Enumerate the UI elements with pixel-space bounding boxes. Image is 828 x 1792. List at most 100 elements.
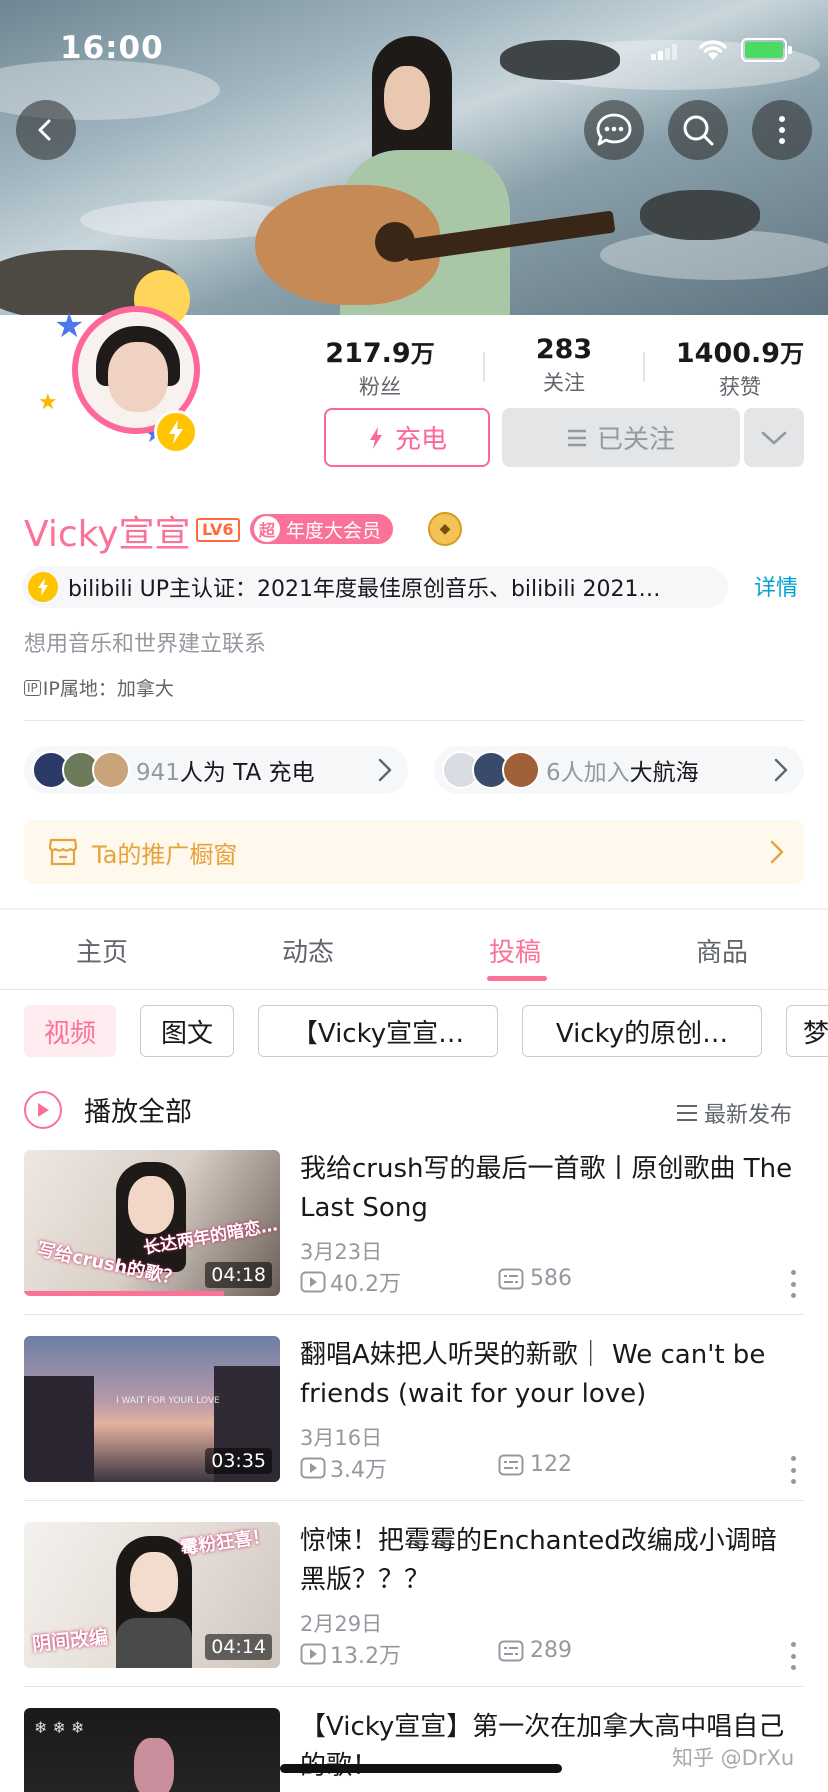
video-thumbnail[interactable]: 霉粉狂喜！ 阴间改编 04:14 bbox=[24, 1522, 280, 1668]
play-count: 40.2万 bbox=[330, 1272, 401, 1297]
stat-label: 获赞 bbox=[719, 375, 761, 399]
search-button[interactable] bbox=[668, 100, 728, 160]
video-duration: 04:14 bbox=[205, 1634, 272, 1660]
cellular-signal-icon bbox=[651, 44, 677, 60]
thumbnail-caption: 霉粉狂喜！ bbox=[179, 1525, 272, 1560]
sort-lines-icon bbox=[677, 1105, 697, 1121]
chip-video[interactable]: 视频 bbox=[24, 1005, 116, 1057]
video-danmaku: 586 bbox=[498, 1266, 572, 1291]
stat-following[interactable]: 283 关注 bbox=[504, 334, 624, 397]
stat-unit: 万 bbox=[410, 340, 435, 368]
home-indicator bbox=[280, 1764, 562, 1773]
video-title[interactable]: 翻唱A妹把人听哭的新歌｜ We can't be friends (wait f… bbox=[300, 1336, 800, 1414]
video-more-button[interactable] bbox=[790, 1270, 796, 1298]
play-count: 13.2万 bbox=[330, 1644, 401, 1669]
member-avatar bbox=[502, 751, 540, 789]
danmaku-icon bbox=[498, 1640, 524, 1661]
video-title[interactable]: 惊悚！把霉霉的Enchanted改编成小调暗黑版？？？ bbox=[300, 1522, 800, 1600]
thumbnail-caption: I WAIT FOR YOUR LOVE bbox=[116, 1396, 220, 1406]
crew-members-pill[interactable]: 6人加入大航海 bbox=[434, 746, 804, 794]
video-date: 3月16日 bbox=[300, 1426, 383, 1450]
vip-badge[interactable]: 超 年度大会员 bbox=[250, 514, 394, 544]
message-button[interactable] bbox=[584, 100, 644, 160]
lightning-badge-icon bbox=[154, 410, 198, 454]
video-plays: 13.2万 bbox=[300, 1638, 401, 1670]
ip-icon: IP bbox=[24, 679, 41, 696]
video-more-button[interactable] bbox=[790, 1642, 796, 1670]
signature: 想用音乐和世界建立联系 bbox=[24, 632, 267, 657]
video-thumbnail[interactable]: I WAIT FOR YOUR LOVE 03:35 bbox=[24, 1336, 280, 1482]
certification-bar[interactable]: bilibili UP主认证：2021年度最佳原创音乐、bilibili 202… bbox=[22, 566, 728, 608]
wifi-icon bbox=[699, 40, 727, 60]
thumbnail-caption: 阴间改编 bbox=[31, 1626, 110, 1656]
stat-label: 粉丝 bbox=[359, 375, 401, 399]
stat-value: 1400.9 bbox=[675, 338, 781, 369]
back-button[interactable] bbox=[16, 100, 76, 160]
certification-detail-link[interactable]: 详情 bbox=[754, 570, 798, 602]
lightning-icon bbox=[28, 572, 58, 602]
medal-icon[interactable]: ◆ bbox=[428, 512, 462, 546]
supporter-avatar bbox=[92, 751, 130, 789]
active-tab-indicator bbox=[487, 976, 547, 981]
shop-window-banner[interactable]: Ta的推广橱窗 bbox=[24, 820, 804, 884]
crew-members-text: 6人加入大航海 bbox=[546, 753, 699, 787]
chip-collection-1[interactable]: 【Vicky宣宣… bbox=[258, 1005, 498, 1057]
stat-likes[interactable]: 1400.9万 获赞 bbox=[670, 334, 810, 401]
storefront-icon bbox=[48, 838, 78, 866]
level-badge[interactable]: LV6 bbox=[196, 518, 240, 542]
more-button[interactable] bbox=[752, 100, 812, 160]
tab-uploads[interactable]: 投稿 bbox=[489, 932, 541, 969]
chip-article[interactable]: 图文 bbox=[140, 1005, 234, 1057]
tab-goods[interactable]: 商品 bbox=[696, 932, 748, 969]
video-thumbnail[interactable]: 长达两年的暗恋… 写给crush的歌？ 04:18 bbox=[24, 1150, 280, 1296]
video-duration: 03:35 bbox=[205, 1448, 272, 1474]
charge-button[interactable]: 充电 bbox=[324, 408, 490, 467]
video-danmaku: 289 bbox=[498, 1638, 572, 1663]
charge-supporters-pill[interactable]: 941人为 TA 充电 bbox=[24, 746, 408, 794]
avatar[interactable]: ★ ★ ★ bbox=[34, 270, 214, 460]
video-item[interactable]: I WAIT FOR YOUR LOVE 03:35 翻唱A妹把人听哭的新歌｜ … bbox=[24, 1336, 804, 1486]
chip-collection-2[interactable]: Vicky的原创… bbox=[522, 1005, 762, 1057]
follow-more-button[interactable] bbox=[744, 408, 804, 467]
video-more-button[interactable] bbox=[790, 1456, 796, 1484]
play-all-button[interactable]: 播放全部 bbox=[24, 1090, 192, 1129]
video-duration: 04:18 bbox=[205, 1262, 272, 1288]
video-date: 2月29日 bbox=[300, 1612, 383, 1636]
search-icon bbox=[683, 115, 714, 146]
tab-dynamics[interactable]: 动态 bbox=[282, 932, 334, 969]
video-item[interactable]: 长达两年的暗恋… 写给crush的歌？ 04:18 我给crush写的最后一首歌… bbox=[24, 1150, 804, 1300]
video-plays: 3.4万 bbox=[300, 1452, 387, 1484]
more-vertical-icon bbox=[779, 116, 785, 144]
charge-text: 人为 TA 充电 bbox=[179, 760, 315, 786]
crew-text: 大航海 bbox=[629, 760, 699, 786]
chip-collection-3[interactable]: 梦 bbox=[786, 1005, 828, 1057]
tab-home[interactable]: 主页 bbox=[76, 932, 128, 969]
danmaku-count: 122 bbox=[530, 1452, 572, 1477]
followed-button-label: 已关注 bbox=[596, 425, 675, 455]
divider bbox=[0, 908, 828, 910]
menu-lines-icon bbox=[567, 429, 586, 446]
divider bbox=[0, 989, 828, 990]
divider bbox=[483, 352, 485, 382]
ip-location: IP IP属地：加拿大 bbox=[24, 674, 174, 701]
divider bbox=[24, 1314, 804, 1315]
video-title[interactable]: 我给crush写的最后一首歌丨原创歌曲 The Last Song bbox=[300, 1150, 800, 1228]
charge-supporters-text: 941人为 TA 充电 bbox=[136, 753, 315, 787]
stat-label: 关注 bbox=[543, 371, 585, 395]
crew-count: 6 bbox=[546, 760, 561, 786]
chevron-down-icon bbox=[761, 431, 787, 444]
video-date: 3月23日 bbox=[300, 1240, 383, 1264]
video-item[interactable]: 霉粉狂喜！ 阴间改编 04:14 惊悚！把霉霉的Enchanted改编成小调暗黑… bbox=[24, 1522, 804, 1672]
followed-button[interactable]: 已关注 bbox=[502, 408, 740, 467]
watch-progress-bar bbox=[24, 1291, 224, 1296]
sort-button[interactable]: 最新发布 bbox=[676, 1097, 792, 1129]
divider bbox=[643, 352, 645, 382]
video-thumbnail[interactable]: ❄ ❄ ❄ bbox=[24, 1708, 280, 1792]
play-count-icon bbox=[300, 1457, 326, 1479]
stat-unit: 万 bbox=[780, 340, 805, 368]
user-name: Vicky宣宣 bbox=[24, 514, 191, 555]
shop-window-label: Ta的推广橱窗 bbox=[92, 840, 238, 869]
play-count: 3.4万 bbox=[330, 1458, 387, 1483]
battery-icon bbox=[741, 38, 792, 62]
stat-fans[interactable]: 217.9万 粉丝 bbox=[320, 334, 440, 401]
